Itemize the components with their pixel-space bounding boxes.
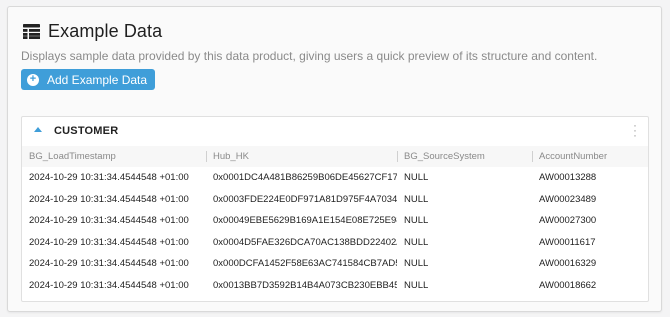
table-cell: 0x0004D5FAE326DCA70AC138BDD22402AB662 [213,236,397,248]
table-row: 2024-10-29 10:31:34.4544548 +01:00 0x000… [22,167,648,189]
column-header[interactable]: Hub_HK [206,146,397,167]
table-header-row: BG_LoadTimestamp Hub_HK BG_SourceSystem … [22,146,648,167]
page-title: Example Data [48,21,163,41]
example-data-card: Example Data Displays sample data provid… [7,6,662,312]
table-row: 2024-10-29 10:31:34.4544548 +01:00 0x000… [22,232,648,254]
card-header: Example Data [23,21,162,42]
caret-up-icon[interactable] [34,127,42,132]
plus-circle-icon: + [27,73,39,86]
table-icon [23,24,40,39]
table-cell: NULL [404,236,429,248]
add-example-data-label: Add Example Data [47,72,148,87]
example-data-table: BG_LoadTimestamp Hub_HK BG_SourceSystem … [22,146,648,297]
table-cell: 0x00049EBE5629B169A1E154E08E725E98C0A7 [213,215,397,227]
column-separator[interactable] [397,151,398,162]
table-cell: 2024-10-29 10:31:34.4544548 +01:00 [29,172,189,184]
table-cell: AW00027300 [539,215,597,227]
table-cell: 0x0003FDE224E0DF971A81D975F4A7034BE02 [213,193,397,205]
table-row: 2024-10-29 10:31:34.4544548 +01:00 0x000… [22,210,648,232]
table-row: 2024-10-29 10:31:34.4544548 +01:00 0x000… [22,189,648,211]
table-cell: NULL [404,215,429,227]
table-cell: 2024-10-29 10:31:34.4544548 +01:00 [29,258,189,270]
table-cell: 0x0013BB7D3592B14B4A073CB230EBB45F6A8 [213,279,397,291]
column-separator[interactable] [206,151,207,162]
add-example-data-button[interactable]: + Add Example Data [21,69,156,90]
table-cell: NULL [404,172,429,184]
table-cell: NULL [404,279,429,291]
table-cell: NULL [404,193,429,205]
table-cell: 2024-10-29 10:31:34.4544548 +01:00 [29,236,189,248]
column-separator[interactable] [532,151,533,162]
panel-header: CUSTOMER · · · [22,117,648,146]
column-header[interactable]: BG_LoadTimestamp [22,146,206,167]
table-row: 2024-10-29 10:31:34.4544548 +01:00 0x000… [22,253,648,275]
table-cell: 2024-10-29 10:31:34.4544548 +01:00 [29,215,189,227]
table-cell: 0x0001DC4A481B86259B06DE45627CF1726D2 [213,172,397,184]
table-cell: 0x000DCFA1452F58E63AC741584CB7AD5F8AC [213,258,397,270]
table-cell: 2024-10-29 10:31:34.4544548 +01:00 [29,193,189,205]
kebab-menu-icon[interactable]: · · · [632,119,638,141]
table-cell: AW00013288 [539,172,597,184]
panel-title: CUSTOMER [54,125,119,137]
table-cell: AW00011617 [539,236,596,248]
table-cell: AW00023489 [539,193,597,205]
column-header[interactable]: AccountNumber [532,146,648,167]
column-header[interactable]: BG_SourceSystem [397,146,532,167]
table-cell: AW00018662 [539,279,597,291]
table-cell: AW00016329 [539,258,597,270]
table-cell: NULL [404,258,429,270]
table-cell: 2024-10-29 10:31:34.4544548 +01:00 [29,279,189,291]
customer-data-panel: CUSTOMER · · · BG_LoadTimestamp Hub_HK BG_… [21,116,649,302]
table-row: 2024-10-29 10:31:34.4544548 +01:00 0x001… [22,275,648,297]
page-description: Displays sample data provided by this da… [21,49,598,63]
